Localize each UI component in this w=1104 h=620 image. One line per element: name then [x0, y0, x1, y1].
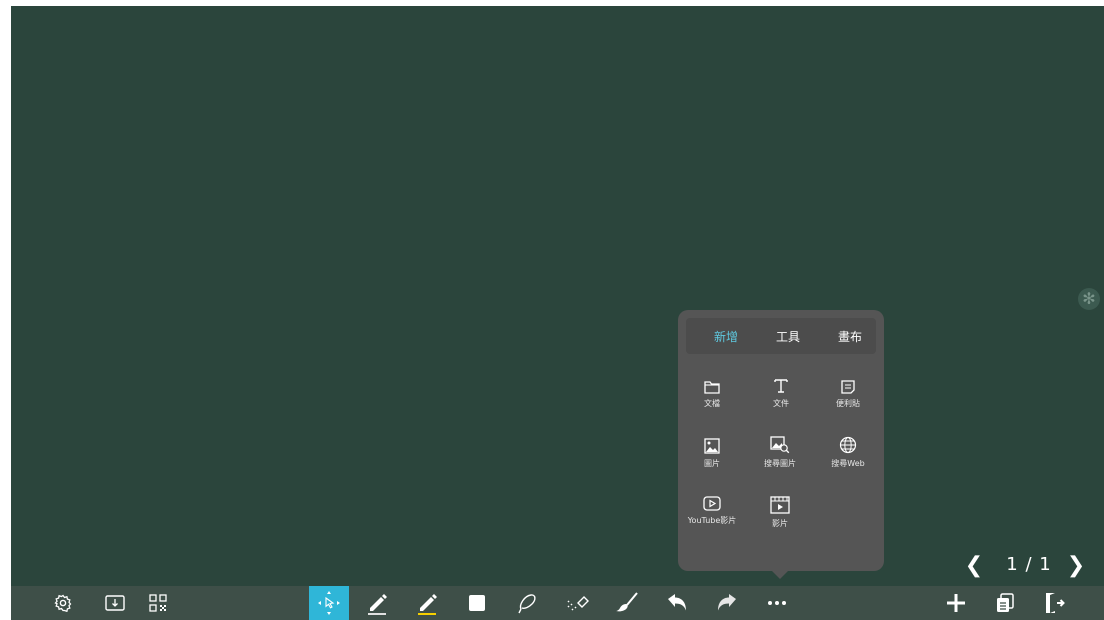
web-search-icon — [839, 436, 857, 454]
tab-canvas[interactable]: 畫布 — [820, 328, 880, 345]
shape-tool-button[interactable] — [463, 589, 491, 617]
redo-button[interactable] — [713, 589, 741, 617]
image-icon — [704, 438, 720, 454]
undo-button[interactable] — [663, 589, 691, 617]
download-folder-icon — [105, 595, 125, 611]
item-label: 便利貼 — [836, 399, 860, 408]
lasso-icon — [518, 594, 536, 614]
page-navigator: ❮ 1 / 1 ❯ — [960, 552, 1090, 580]
shape-icon — [469, 595, 485, 611]
video-icon — [770, 496, 790, 514]
add-menu-popup: 新增 工具 畫布 文檔 文件 便利貼 圖片 搜尋圖片 搜尋Web YouTube… — [678, 310, 884, 579]
page-indicator: 1 / 1 — [1006, 554, 1052, 575]
highlighter-tool-button[interactable] — [413, 589, 441, 617]
item-label: 文檔 — [704, 399, 720, 408]
select-tool-button[interactable] — [309, 586, 349, 620]
next-page-button[interactable]: ❯ — [1066, 552, 1086, 580]
lasso-tool-button[interactable] — [513, 589, 541, 617]
exit-icon — [1046, 593, 1065, 613]
item-label: 搜尋Web — [831, 459, 865, 468]
settings-icon — [54, 594, 72, 612]
add-document-button[interactable]: 文檔 — [672, 380, 752, 409]
bottom-toolbar — [11, 586, 1104, 620]
exit-button[interactable] — [1041, 589, 1069, 617]
pen-icon — [368, 594, 387, 615]
add-page-icon — [947, 594, 965, 612]
eraser-tool-button[interactable] — [563, 589, 591, 617]
save-to-folder-button[interactable] — [101, 589, 129, 617]
add-video-button[interactable]: 影片 — [740, 496, 820, 529]
search-web-button[interactable]: 搜尋Web — [808, 436, 888, 469]
popup-tabs: 新增 工具 畫布 — [686, 318, 876, 354]
pen-tool-button[interactable] — [363, 589, 391, 617]
sticky-note-icon — [841, 380, 855, 394]
select-move-icon — [318, 591, 340, 615]
eraser-icon — [567, 596, 589, 611]
more-icon — [768, 601, 786, 605]
more-button[interactable] — [763, 589, 791, 617]
image-search-icon — [770, 436, 790, 454]
pages-icon — [997, 593, 1014, 612]
undo-icon — [668, 594, 686, 611]
text-icon — [774, 379, 788, 393]
whiteboard-canvas[interactable] — [11, 6, 1104, 586]
add-sticky-note-button[interactable]: 便利貼 — [808, 380, 888, 409]
tab-tools[interactable]: 工具 — [758, 328, 818, 345]
youtube-icon — [703, 496, 721, 511]
tab-add[interactable]: 新增 — [696, 328, 756, 345]
clear-canvas-button[interactable] — [613, 589, 641, 617]
side-panel-handle[interactable]: ✻ — [1078, 288, 1100, 310]
prev-page-button[interactable]: ❮ — [964, 552, 984, 580]
qr-code-icon — [149, 594, 167, 612]
clear-brush-icon — [616, 592, 638, 612]
folder-icon — [704, 381, 720, 394]
highlighter-icon — [418, 594, 437, 615]
qr-code-button[interactable] — [144, 589, 172, 617]
item-label: 影片 — [772, 519, 788, 528]
pages-button[interactable] — [991, 589, 1019, 617]
redo-icon — [718, 594, 736, 611]
add-page-button[interactable] — [942, 589, 970, 617]
settings-button[interactable] — [49, 589, 77, 617]
